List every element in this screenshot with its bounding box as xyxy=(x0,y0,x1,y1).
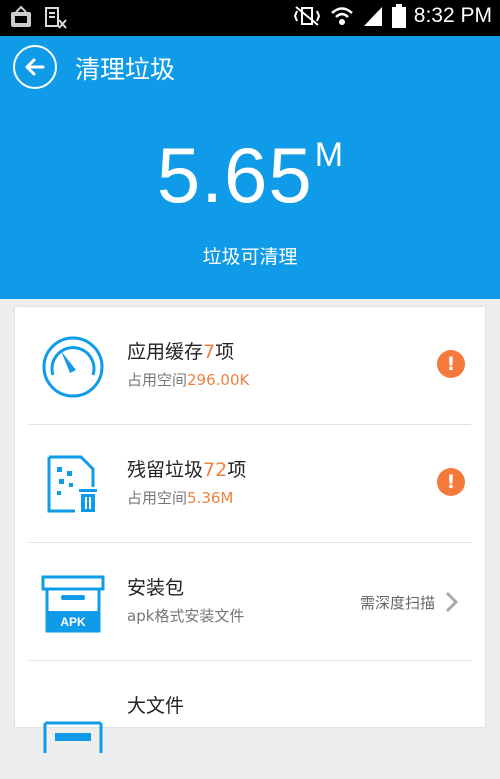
list-item-subtitle: 占用空间296.00K xyxy=(127,371,250,389)
list-item-title: 残留垃圾72项 xyxy=(127,459,247,481)
list-item-title: 安装包 xyxy=(127,577,185,599)
list-item-subtitle: apk格式安装文件 xyxy=(127,607,245,625)
junk-subtitle: 垃圾可清理 xyxy=(202,246,298,268)
junk-list: 应用缓存7项 占用空间296.00K ! 残留垃圾72项 占用空间5.36M !… xyxy=(15,307,485,753)
deep-scan-label: 需深度扫描 xyxy=(359,593,435,612)
list-item-app-cache[interactable]: 应用缓存7项 占用空间296.00K ! xyxy=(15,307,485,425)
notification-icon xyxy=(45,7,67,29)
clock: 8:32 PM xyxy=(413,4,492,27)
cleaner-app-icon xyxy=(11,6,31,27)
svg-text:APK: APK xyxy=(60,615,86,629)
large-file-icon xyxy=(43,721,103,753)
list-item-apk[interactable]: APK 安装包 apk格式安装文件 需深度扫描 xyxy=(15,543,485,661)
arrow-left-icon xyxy=(25,58,45,76)
list-item-residual-junk[interactable]: 残留垃圾72项 占用空间5.36M ! xyxy=(15,425,485,543)
header: 清理垃圾 5.65M 垃圾可清理 xyxy=(0,36,500,299)
deep-scan-action[interactable]: 需深度扫描 xyxy=(360,591,459,613)
speedometer-icon xyxy=(42,336,104,398)
battery-icon xyxy=(391,4,406,28)
trash-file-icon xyxy=(47,455,97,513)
status-bar: 8:32 PM xyxy=(0,0,500,36)
back-button[interactable] xyxy=(13,45,57,89)
list-item-title: 应用缓存7项 xyxy=(127,341,235,363)
list-item-large-files[interactable]: 大文件 xyxy=(15,661,485,779)
apk-box-icon: APK xyxy=(41,575,105,633)
warning-icon: ! xyxy=(437,468,465,496)
chevron-right-icon xyxy=(445,591,459,613)
list-item-title: 大文件 xyxy=(127,695,185,717)
signal-icon xyxy=(363,7,382,26)
list-item-subtitle: 占用空间5.36M xyxy=(127,489,234,507)
junk-total: 5.65M xyxy=(0,130,500,221)
page-title: 清理垃圾 xyxy=(75,55,176,84)
wifi-icon xyxy=(330,7,353,25)
warning-icon: ! xyxy=(437,350,465,378)
junk-total-unit: M xyxy=(314,136,344,174)
junk-total-value: 5.65 xyxy=(156,131,313,219)
mute-vibrate-icon xyxy=(293,6,320,26)
